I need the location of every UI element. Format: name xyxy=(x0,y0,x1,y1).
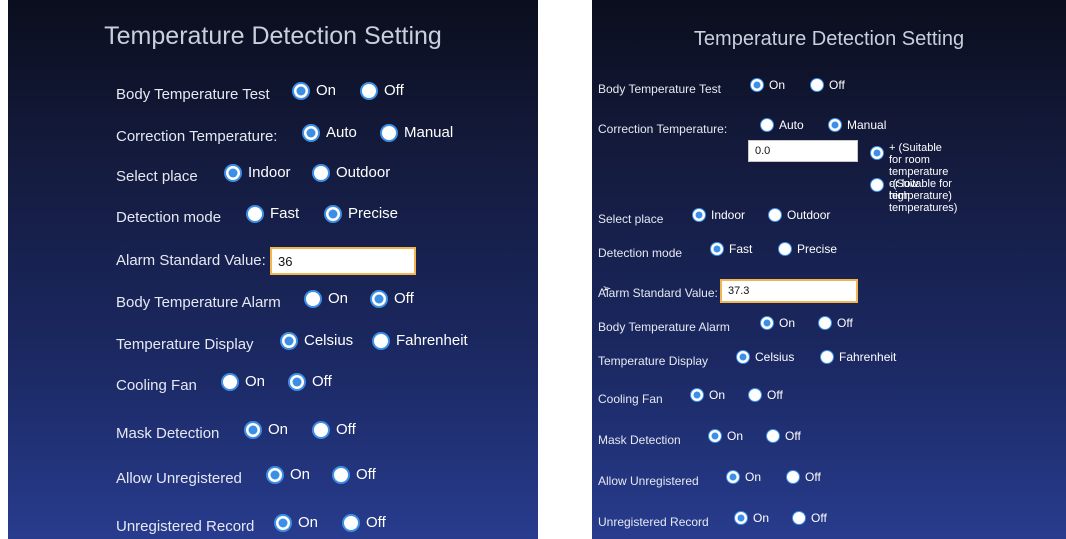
radio-selected-icon xyxy=(750,78,764,92)
radio-unselected-icon xyxy=(870,178,884,192)
radio-unselected-icon xyxy=(380,124,398,142)
row-label: Select place xyxy=(598,212,664,226)
radio-unselected-icon xyxy=(792,511,806,525)
row-label: Body Temperature Alarm xyxy=(116,294,281,311)
correction-minus-label: -(Suitable for high temperatures) xyxy=(889,178,958,214)
radio-selected-icon xyxy=(244,421,262,439)
row-label: Temperature Display xyxy=(116,336,254,353)
row-label: Body Temperature Alarm xyxy=(598,320,730,334)
radio-selected-icon xyxy=(224,164,242,182)
alarm-standard-value-input[interactable]: 36 xyxy=(270,247,416,275)
row-label: Cooling Fan xyxy=(116,377,197,394)
radio-unselected-icon xyxy=(820,350,834,364)
radio-unselected-icon xyxy=(768,208,782,222)
radio-selected-icon xyxy=(370,290,388,308)
radio-selected-icon xyxy=(266,466,284,484)
radio-unselected-icon xyxy=(766,429,780,443)
radio-selected-icon xyxy=(274,514,292,532)
row-label: Alarm Standard Value: xyxy=(116,252,266,269)
row-label: Detection mode xyxy=(116,209,222,226)
radio-unselected-icon xyxy=(312,164,330,182)
row-label: Correction Temperature: xyxy=(598,122,728,136)
radio-unselected-icon xyxy=(372,332,390,350)
radio-unselected-icon xyxy=(332,466,350,484)
radio-selected-icon xyxy=(288,373,306,391)
settings-panel-left: Temperature Detection Setting Body Tempe… xyxy=(8,0,538,539)
radio-unselected-icon xyxy=(312,421,330,439)
radio-unselected-icon xyxy=(760,118,774,132)
radio-selected-icon xyxy=(708,429,722,443)
row-label: Detection mode xyxy=(598,246,683,260)
row-label: Unregistered Record xyxy=(116,518,255,535)
settings-panel-right: Temperature Detection Setting Body Tempe… xyxy=(592,0,1066,539)
radio-unselected-icon xyxy=(818,316,832,330)
radio-selected-icon xyxy=(690,388,704,402)
row-label: Cooling Fan xyxy=(598,392,663,406)
radio-selected-icon xyxy=(734,511,748,525)
row-label: Select place xyxy=(116,168,198,185)
radio-unselected-icon xyxy=(748,388,762,402)
radio-selected-icon xyxy=(710,242,724,256)
page-title: Temperature Detection Setting xyxy=(693,28,965,50)
radio-unselected-icon xyxy=(360,82,378,100)
radio-unselected-icon xyxy=(246,205,264,223)
radio-selected-icon xyxy=(692,208,706,222)
radio-selected-icon xyxy=(760,316,774,330)
row-label: Correction Temperature: xyxy=(116,128,278,145)
radio-selected-icon xyxy=(292,82,310,100)
row-label: Unregistered Record xyxy=(598,515,709,529)
mouse-cursor-icon: ➢ xyxy=(602,283,612,295)
radio-unselected-icon xyxy=(304,290,322,308)
row-label: Mask Detection xyxy=(598,433,681,447)
radio-unselected-icon xyxy=(221,373,239,391)
radio-selected-icon xyxy=(736,350,750,364)
alarm-standard-value-input[interactable]: 37.3 xyxy=(720,279,858,303)
radio-unselected-icon xyxy=(778,242,792,256)
row-label: Mask Detection xyxy=(116,425,220,442)
page-title: Temperature Detection Setting xyxy=(104,22,442,50)
radio-selected-icon xyxy=(870,146,884,160)
row-label: Allow Unregistered xyxy=(598,474,699,488)
correction-value-input[interactable]: 0.0 xyxy=(748,140,858,162)
radio-unselected-icon xyxy=(810,78,824,92)
radio-selected-icon xyxy=(828,118,842,132)
radio-selected-icon xyxy=(280,332,298,350)
radio-unselected-icon xyxy=(342,514,360,532)
row-label: Temperature Display xyxy=(598,354,709,368)
row-label: Alarm Standard Value: xyxy=(598,286,718,300)
radio-selected-icon xyxy=(726,470,740,484)
row-label: Body Temperature Test xyxy=(116,86,270,103)
row-label: Allow Unregistered xyxy=(116,470,242,487)
correction-plus-label-line1: + (Suitable for room temperature xyxy=(889,142,949,178)
radio-selected-icon xyxy=(324,205,342,223)
radio-selected-icon xyxy=(302,124,320,142)
radio-unselected-icon xyxy=(786,470,800,484)
row-label: Body Temperature Test xyxy=(598,82,721,96)
